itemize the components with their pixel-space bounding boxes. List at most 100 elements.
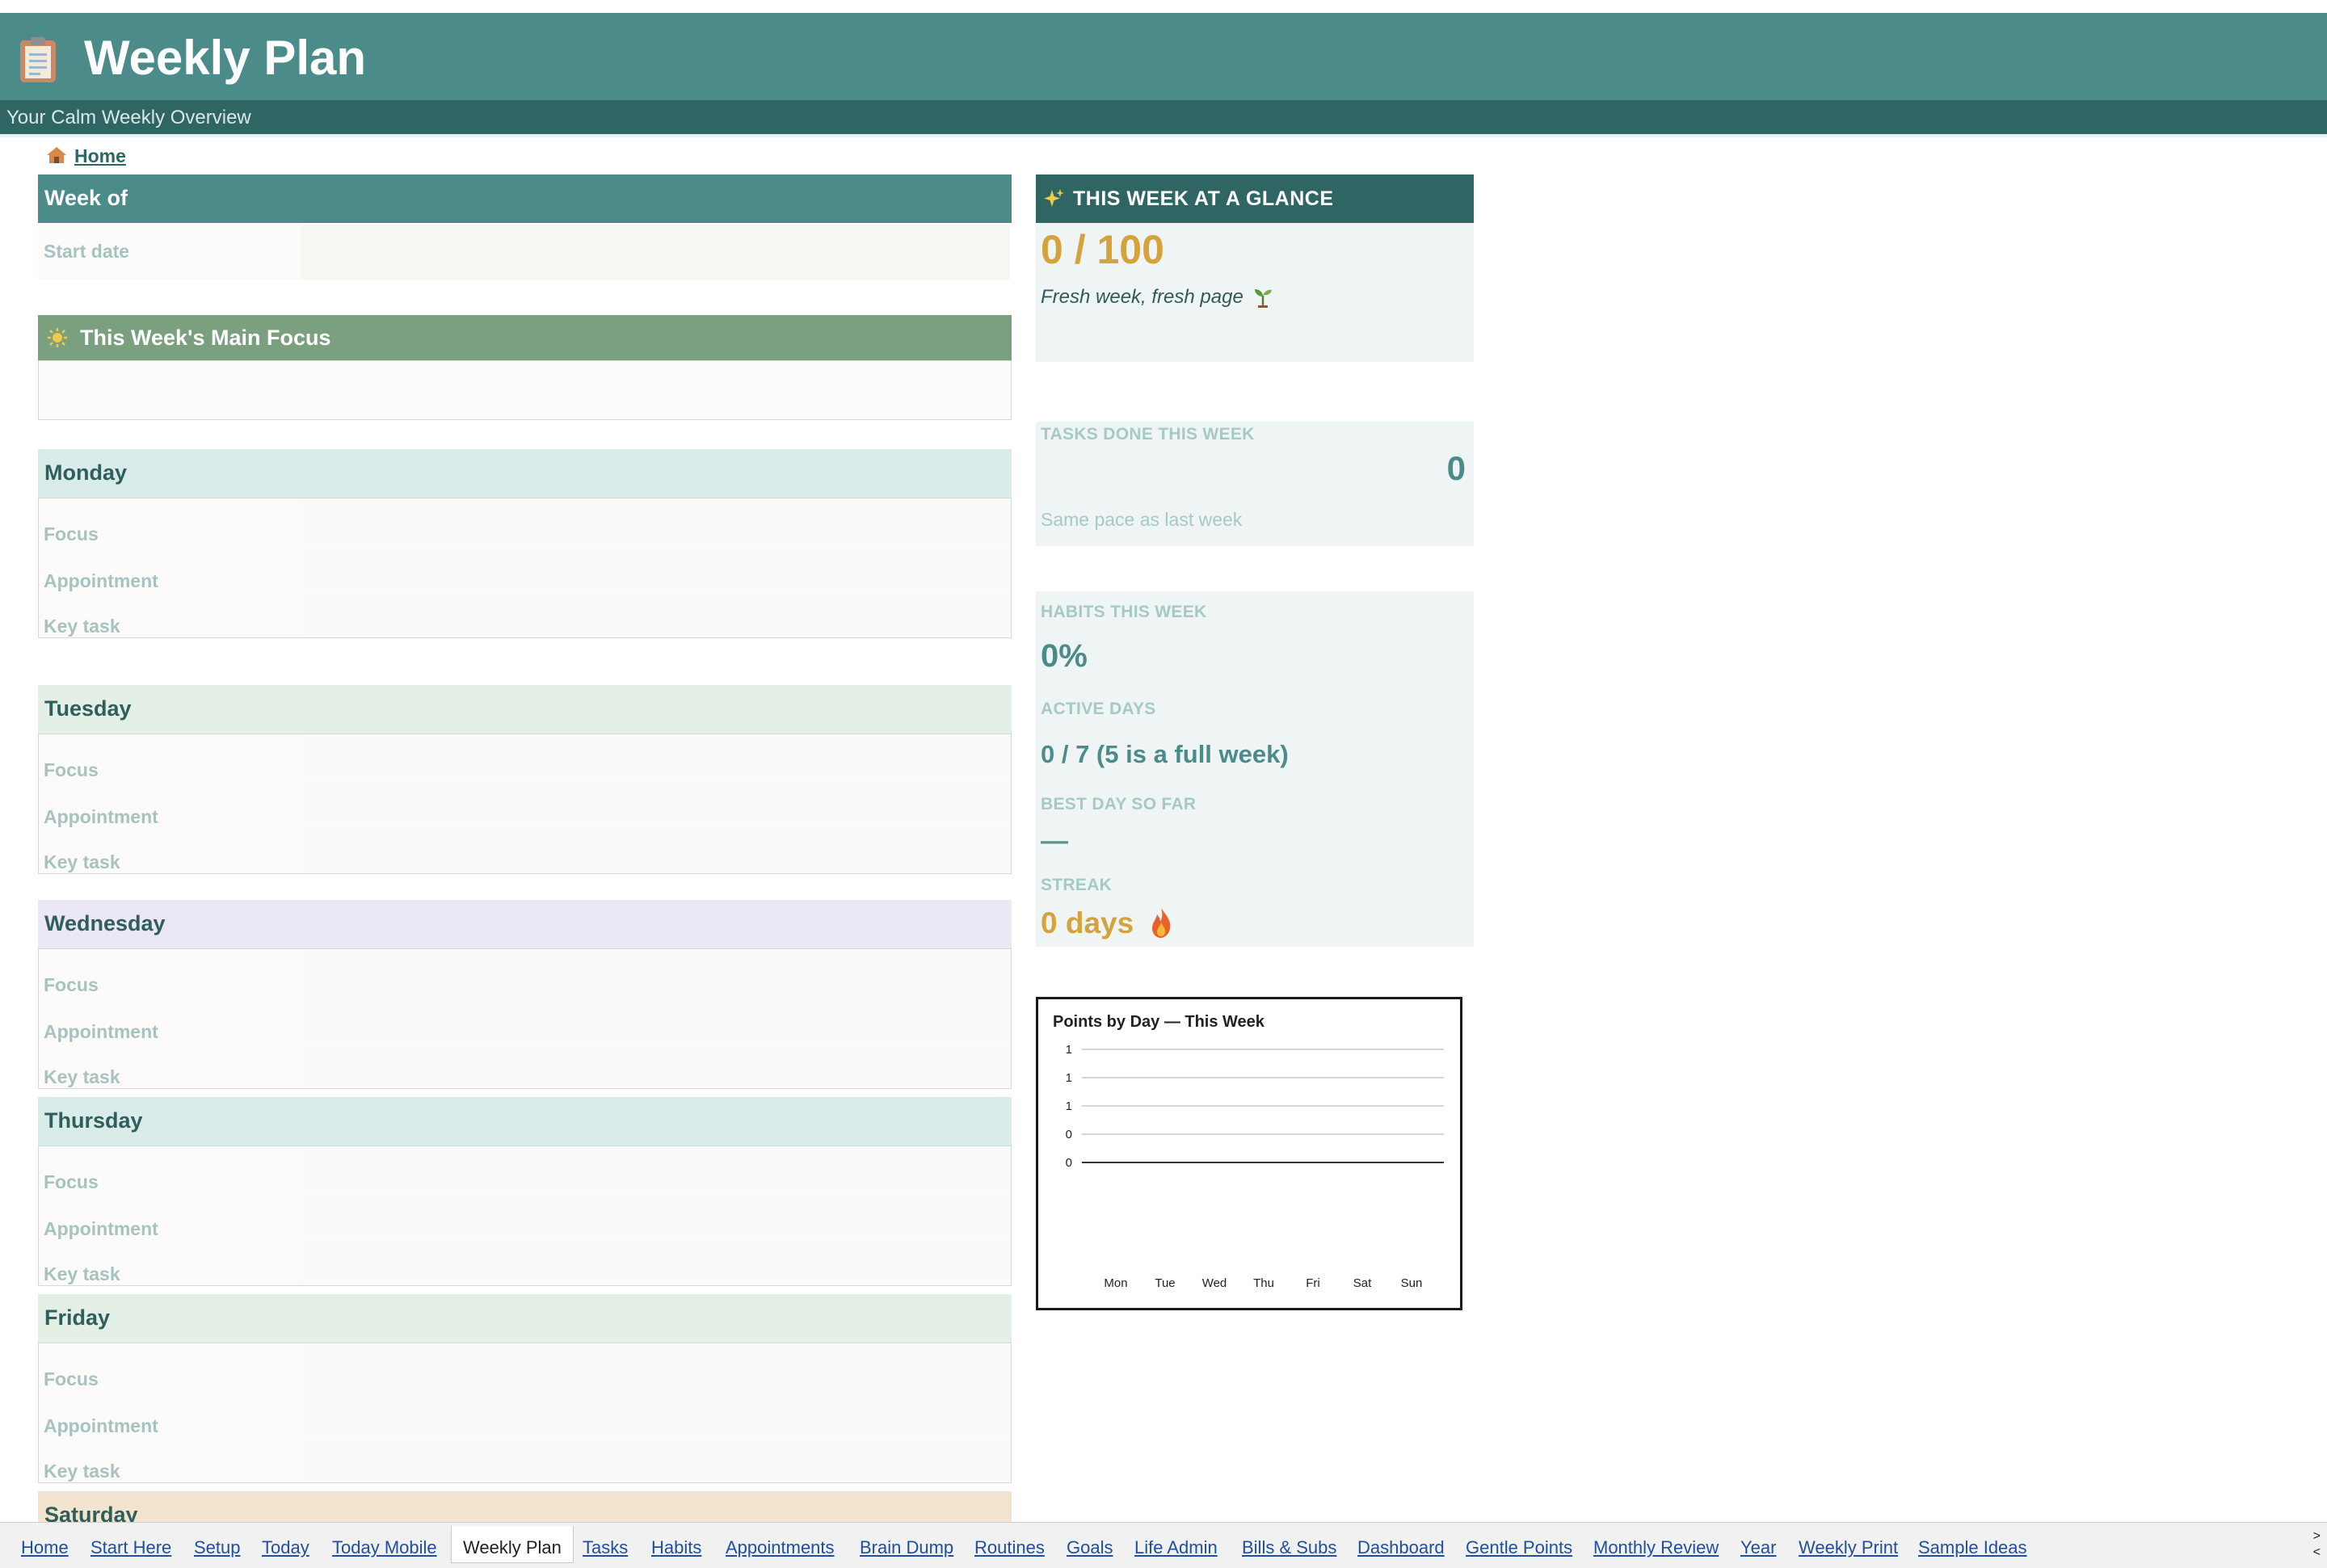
x-tick-label: Mon: [1104, 1276, 1127, 1290]
day-header-1: Tuesday: [38, 685, 1012, 734]
clipboard-icon: [20, 37, 56, 82]
page-header: Weekly Plan: [0, 13, 2327, 100]
day-field-label: Key task: [44, 1461, 120, 1482]
streak-label: STREAK: [1041, 876, 1113, 894]
day-field-input[interactable]: [301, 1042, 1010, 1087]
main-focus-header: This Week's Main Focus: [38, 315, 1012, 360]
active-days-value: 0 / 7 (5 is a full week): [1041, 740, 1289, 768]
y-tick-label: 1: [1066, 1099, 1072, 1113]
day-field-label: Appointment: [44, 1415, 158, 1436]
day-name: Monday: [44, 460, 128, 485]
top-strip: [0, 0, 2327, 13]
tab-habits[interactable]: Habits: [651, 1537, 701, 1558]
habits-value: 0%: [1041, 638, 1088, 674]
day-field-input[interactable]: [301, 1390, 1010, 1435]
points-chart: Points by Day — This Week 1 1 1 0 0 Mon Tue We…: [1036, 997, 1462, 1310]
points-card: 0 / 100 Fresh week, fresh page: [1036, 223, 1474, 362]
week-of-header: Week of: [38, 174, 1012, 223]
y-tick-label: 1: [1066, 1043, 1072, 1057]
day-field-label: Focus: [44, 523, 99, 544]
points-chart-svg: Points by Day — This Week 1 1 1 0 0 Mon Tue We…: [1053, 1013, 1444, 1290]
tab-dashboard[interactable]: Dashboard: [1357, 1537, 1445, 1558]
tab-life-admin[interactable]: Life Admin: [1134, 1537, 1218, 1558]
start-date-label: Start date: [44, 241, 130, 262]
tab-bills-subs[interactable]: Bills & Subs: [1242, 1537, 1336, 1558]
day-field-input[interactable]: [301, 735, 1010, 780]
tab-today[interactable]: Today: [262, 1537, 309, 1558]
x-tick-label: Tue: [1155, 1276, 1175, 1290]
points-value: 0 / 100: [1041, 227, 1164, 272]
sun-icon: [48, 328, 67, 347]
tasks-value: 0: [1446, 449, 1466, 487]
main-focus-field[interactable]: [38, 360, 1012, 420]
tab-weekly-print[interactable]: Weekly Print: [1799, 1537, 1898, 1558]
tab-routines[interactable]: Routines: [974, 1537, 1045, 1558]
day-field-label: Key task: [44, 1263, 120, 1284]
tab-setup[interactable]: Setup: [194, 1537, 241, 1558]
fire-icon: [1152, 908, 1171, 938]
active-days-label: ACTIVE DAYS: [1041, 700, 1156, 718]
main-focus-title: This Week's Main Focus: [80, 326, 331, 350]
day-field-input[interactable]: [301, 545, 1010, 590]
day-name: Friday: [44, 1305, 111, 1330]
day-field-input[interactable]: [301, 781, 1010, 826]
tab-goals[interactable]: Goals: [1067, 1537, 1113, 1558]
x-tick-label: Fri: [1306, 1276, 1320, 1290]
day-field-input[interactable]: [301, 1344, 1010, 1389]
y-tick-label: 0: [1066, 1156, 1072, 1170]
tab-today-mobile[interactable]: Today Mobile: [332, 1537, 437, 1558]
seedling-icon: [1255, 289, 1272, 308]
x-tick-label: Sun: [1401, 1276, 1423, 1290]
tab-monthly-review[interactable]: Monthly Review: [1593, 1537, 1719, 1558]
glance-header: THIS WEEK AT A GLANCE: [1036, 174, 1474, 223]
day-header-4: Friday: [38, 1294, 1012, 1343]
tasks-card: TASKS DONE THIS WEEK 0 Same pace as last…: [1036, 422, 1474, 546]
tab-scroll-arrows[interactable]: > <: [2313, 1528, 2321, 1561]
home-link-label: Home: [74, 145, 126, 166]
day-header-0: Monday: [38, 449, 1012, 498]
y-tick-label: 0: [1066, 1128, 1072, 1141]
points-message: Fresh week, fresh page: [1041, 286, 1243, 308]
tasks-label: TASKS DONE THIS WEEK: [1041, 425, 1255, 443]
day-field-label: Appointment: [44, 1021, 158, 1042]
day-field-input[interactable]: [301, 1239, 1010, 1284]
day-field-input[interactable]: [301, 1436, 1010, 1481]
subtitle-bar: Your Calm Weekly Overview: [0, 100, 2327, 134]
tab-start-here[interactable]: Start Here: [90, 1537, 171, 1558]
day-field-label: Focus: [44, 759, 99, 780]
tasks-note: Same pace as last week: [1041, 509, 1243, 530]
sheet-tab-bar: Home Start Here Setup Today Today Mobile Week…: [0, 1522, 2327, 1568]
y-tick-label: 1: [1066, 1071, 1072, 1085]
best-day-label: BEST DAY SO FAR: [1041, 795, 1197, 813]
day-field-label: Focus: [44, 1171, 99, 1192]
best-day-value: —: [1041, 826, 1068, 856]
tab-tasks[interactable]: Tasks: [583, 1537, 628, 1558]
tab-gentle-points[interactable]: Gentle Points: [1466, 1537, 1572, 1558]
tab-sample-ideas[interactable]: Sample Ideas: [1918, 1537, 2027, 1558]
day-field-input[interactable]: [301, 591, 1010, 636]
tab-year[interactable]: Year: [1740, 1537, 1776, 1558]
day-field-input[interactable]: [301, 950, 1010, 994]
day-field-input[interactable]: [301, 1147, 1010, 1192]
home-link[interactable]: Home: [45, 145, 126, 167]
tab-brain-dump[interactable]: Brain Dump: [860, 1537, 953, 1558]
tab-weekly-plan[interactable]: Weekly Plan: [451, 1526, 574, 1563]
day-field-input[interactable]: [301, 499, 1010, 544]
start-date-field[interactable]: [301, 225, 1010, 280]
day-field-label: Key task: [44, 616, 120, 637]
page-title: Weekly Plan: [84, 31, 367, 85]
week-of-title: Week of: [44, 186, 128, 210]
page-subtitle: Your Calm Weekly Overview: [6, 107, 251, 128]
day-field-input[interactable]: [301, 827, 1010, 872]
day-field-input[interactable]: [301, 996, 1010, 1040]
day-field-input[interactable]: [301, 1193, 1010, 1238]
day-field-label: Appointment: [44, 570, 158, 591]
glance-title: THIS WEEK AT A GLANCE: [1073, 187, 1334, 210]
day-field-label: Key task: [44, 1066, 120, 1087]
day-field-label: Focus: [44, 974, 99, 995]
tab-home[interactable]: Home: [21, 1537, 69, 1558]
day-name: Wednesday: [44, 911, 166, 935]
house-icon: [47, 147, 66, 163]
divider: [0, 134, 2327, 137]
tab-appointments[interactable]: Appointments: [726, 1537, 835, 1558]
